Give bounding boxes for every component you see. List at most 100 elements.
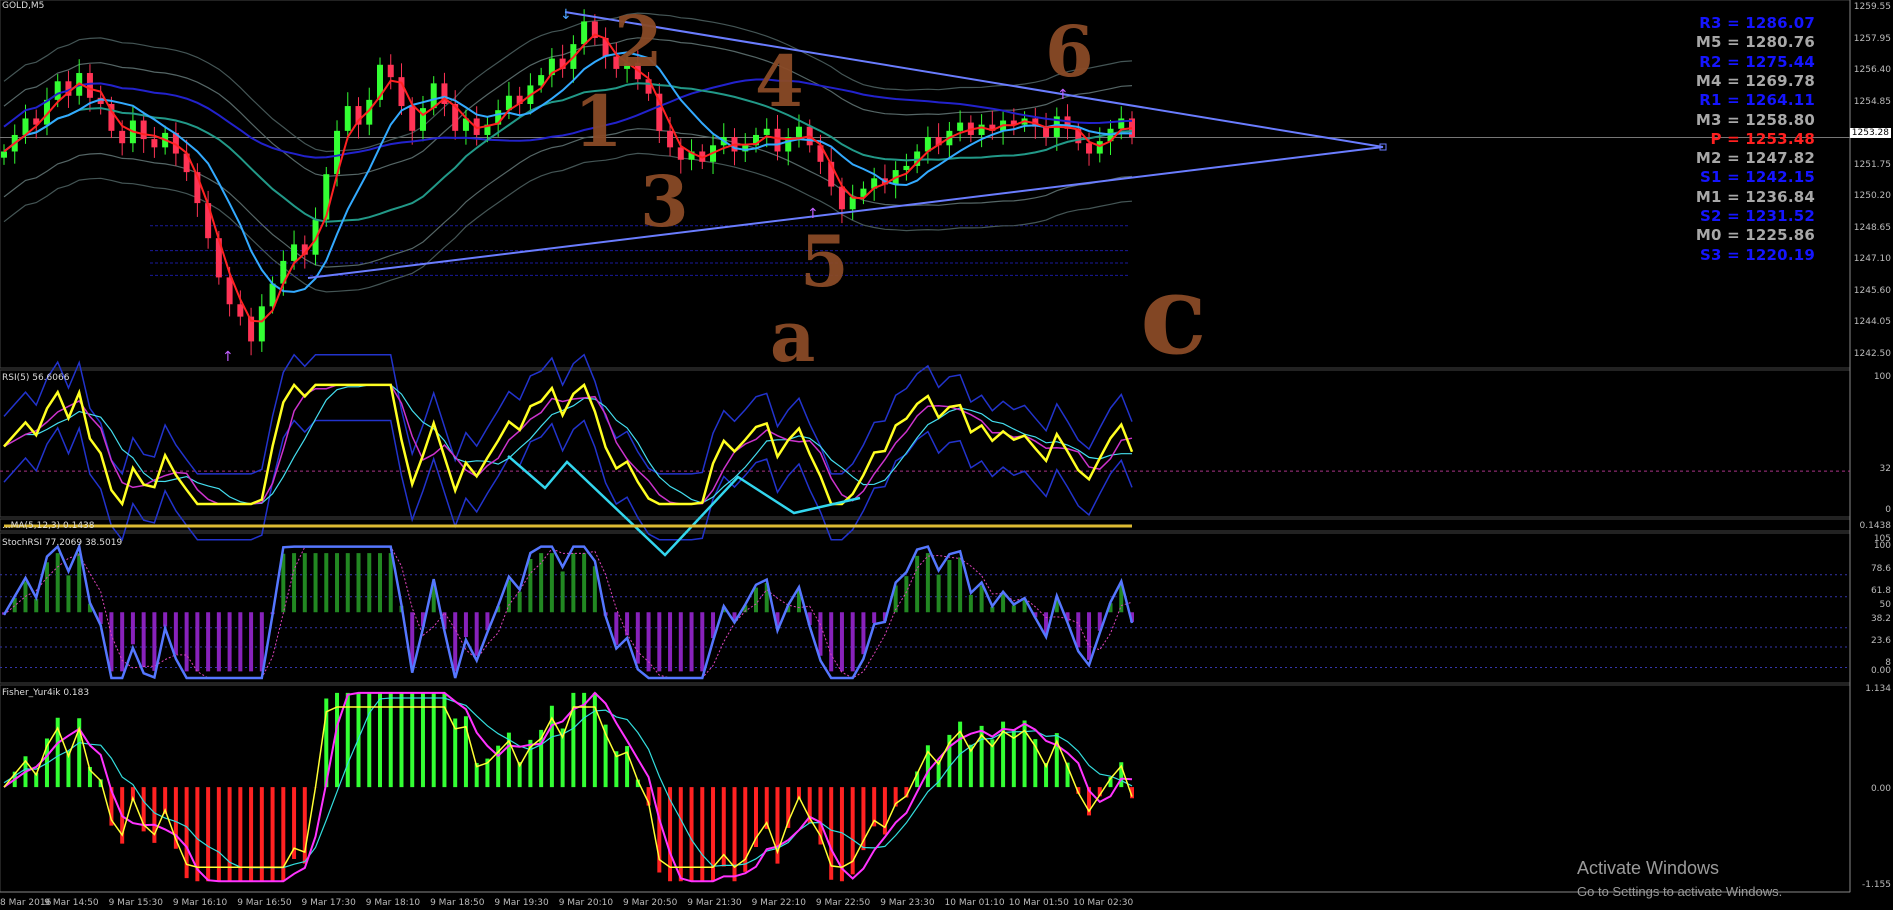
time-tick: 10 Mar 02:30 bbox=[1073, 898, 1134, 908]
time-tick: 9 Mar 22:10 bbox=[751, 898, 806, 908]
symbol-label: GOLD,M5 bbox=[2, 1, 45, 11]
candle-body bbox=[838, 186, 845, 210]
candle-body bbox=[1086, 143, 1093, 154]
wave-label: a bbox=[770, 295, 816, 378]
pivot-level: M1 = 1236.84 bbox=[1695, 187, 1815, 206]
time-tick: 9 Mar 18:50 bbox=[430, 898, 485, 908]
pivot-level: M3 = 1258.80 bbox=[1695, 110, 1815, 129]
price-tick: 1245.60 bbox=[1853, 285, 1891, 296]
candle-body bbox=[258, 306, 265, 342]
candle-body bbox=[387, 64, 394, 78]
pivot-level: S2 = 1231.52 bbox=[1700, 207, 1815, 225]
wave-label: 5 bbox=[800, 220, 849, 303]
price-tick: 1254.85 bbox=[1853, 96, 1891, 107]
candle-body bbox=[1118, 118, 1125, 129]
price-tick: 1257.95 bbox=[1853, 33, 1891, 44]
candle-body bbox=[119, 130, 126, 144]
stochrsi-title: StochRSI 77.2069 38.5019 bbox=[2, 538, 123, 548]
macd-axis-tick: 0.1438 bbox=[1859, 521, 1892, 531]
watermark-line2: Go to Settings to activate Windows. bbox=[1577, 884, 1783, 899]
time-tick: 9 Mar 21:30 bbox=[687, 898, 742, 908]
candle-body bbox=[978, 124, 985, 135]
price-tick: 1259.55 bbox=[1853, 2, 1891, 12]
time-tick: 9 Mar 18:10 bbox=[365, 898, 421, 908]
time-tick: 9 Mar 16:50 bbox=[237, 898, 292, 908]
pivot-level: R1 = 1264.11 bbox=[1699, 91, 1815, 110]
time-tick: 9 Mar 20:10 bbox=[558, 898, 614, 908]
time-tick: 10 Mar 01:50 bbox=[1008, 898, 1069, 908]
time-tick: 9 Mar 16:10 bbox=[172, 898, 228, 908]
pivot-level: S1 = 1242.15 bbox=[1700, 168, 1815, 187]
candle-body bbox=[774, 128, 781, 152]
candle-body bbox=[344, 106, 351, 131]
candle-body bbox=[581, 21, 588, 45]
time-tick: 9 Mar 20:50 bbox=[623, 898, 678, 908]
stoch-axis-tick: 61.8 bbox=[1870, 586, 1891, 596]
time-tick: 9 Mar 17:30 bbox=[301, 898, 356, 908]
stoch-axis-tick: 78.6 bbox=[1870, 564, 1891, 574]
time-tick: 9 Mar 19:30 bbox=[494, 898, 549, 908]
candle-body bbox=[677, 147, 684, 160]
price-tick: 1251.75 bbox=[1853, 159, 1891, 170]
time-tick: 9 Mar 23:30 bbox=[880, 898, 935, 908]
fisher-axis-tick: 1.134 bbox=[1865, 684, 1891, 694]
candle-body bbox=[291, 244, 298, 261]
fractal-arrow: ↑ bbox=[222, 349, 234, 365]
watermark-line1: Activate Windows bbox=[1577, 858, 1720, 878]
fisher-title: Fisher_Yur4ik 0.183 bbox=[2, 688, 90, 698]
candle-body bbox=[957, 122, 964, 131]
candle-body bbox=[226, 277, 233, 305]
fisher-axis-tick: 0.00 bbox=[1870, 784, 1891, 794]
wave-label: 2 bbox=[614, 0, 663, 83]
stoch-axis-tick: 100 bbox=[1873, 541, 1891, 551]
pivot-level: M0 = 1225.86 bbox=[1695, 226, 1815, 245]
candle-body bbox=[1, 151, 7, 158]
candle-body bbox=[140, 120, 147, 140]
rsi-axis-tick: 100 bbox=[1873, 372, 1891, 382]
macd-title: ...MA(5,12,3) 0.1438 bbox=[2, 521, 95, 531]
pivot-level: S3 = 1220.19 bbox=[1700, 245, 1815, 264]
pivot-level: P = 1253.48 bbox=[1710, 129, 1815, 148]
stoch-axis-tick: 38.2 bbox=[1870, 614, 1891, 624]
price-tick: 1248.65 bbox=[1853, 222, 1891, 233]
candle-body bbox=[409, 106, 416, 131]
candle-body bbox=[54, 81, 61, 100]
candle-body bbox=[237, 304, 244, 317]
time-tick: 10 Mar 01:10 bbox=[944, 898, 1005, 908]
candle-body bbox=[795, 126, 802, 138]
candle-body bbox=[903, 165, 910, 171]
rsi-axis-tick: 0 bbox=[1885, 505, 1891, 515]
pivot-level: M4 = 1269.78 bbox=[1695, 71, 1815, 90]
pivot-level: M5 = 1280.76 bbox=[1695, 33, 1815, 52]
chart-canvas[interactable]: ↓↑↑↑ bbox=[0, 0, 1893, 910]
pivot-level: R2 = 1275.44 bbox=[1699, 52, 1815, 71]
price-tick: 1247.10 bbox=[1853, 254, 1891, 264]
wave-label: 1 bbox=[574, 80, 623, 163]
wave-label: c bbox=[1140, 250, 1207, 379]
price-tick: 1253.28 bbox=[1849, 128, 1891, 138]
candle-body bbox=[86, 73, 93, 98]
time-tick: 9 Mar 14:50 bbox=[44, 898, 99, 908]
candle-body bbox=[1096, 141, 1103, 154]
candle-body bbox=[763, 128, 770, 135]
candle-body bbox=[151, 139, 158, 148]
price-tick: 1244.05 bbox=[1853, 317, 1891, 327]
rsi-axis-tick: 32 bbox=[1879, 464, 1891, 474]
stoch-axis-tick: 0.00 bbox=[1870, 666, 1891, 676]
pivot-level: R3 = 1286.07 bbox=[1699, 14, 1815, 32]
price-tick: 1242.50 bbox=[1853, 348, 1891, 359]
stoch-axis-tick: 23.6 bbox=[1870, 636, 1891, 646]
fisher-axis-tick: -1.155 bbox=[1861, 880, 1891, 890]
wave-label: 4 bbox=[755, 40, 804, 123]
wave-label: 6 bbox=[1045, 10, 1094, 93]
fractal-arrow: ↓ bbox=[560, 7, 572, 23]
rsi-title: RSI(5) 56.6066 bbox=[2, 373, 70, 383]
pivot-level: M2 = 1247.82 bbox=[1695, 149, 1815, 168]
stoch-axis-tick: 50 bbox=[1879, 600, 1891, 610]
price-tick: 1250.20 bbox=[1853, 191, 1891, 201]
price-tick: 1256.40 bbox=[1853, 65, 1891, 75]
time-tick: 9 Mar 22:50 bbox=[815, 898, 871, 908]
candle-body bbox=[667, 130, 674, 148]
candle-body bbox=[849, 196, 856, 210]
time-tick: 9 Mar 15:30 bbox=[108, 898, 163, 908]
